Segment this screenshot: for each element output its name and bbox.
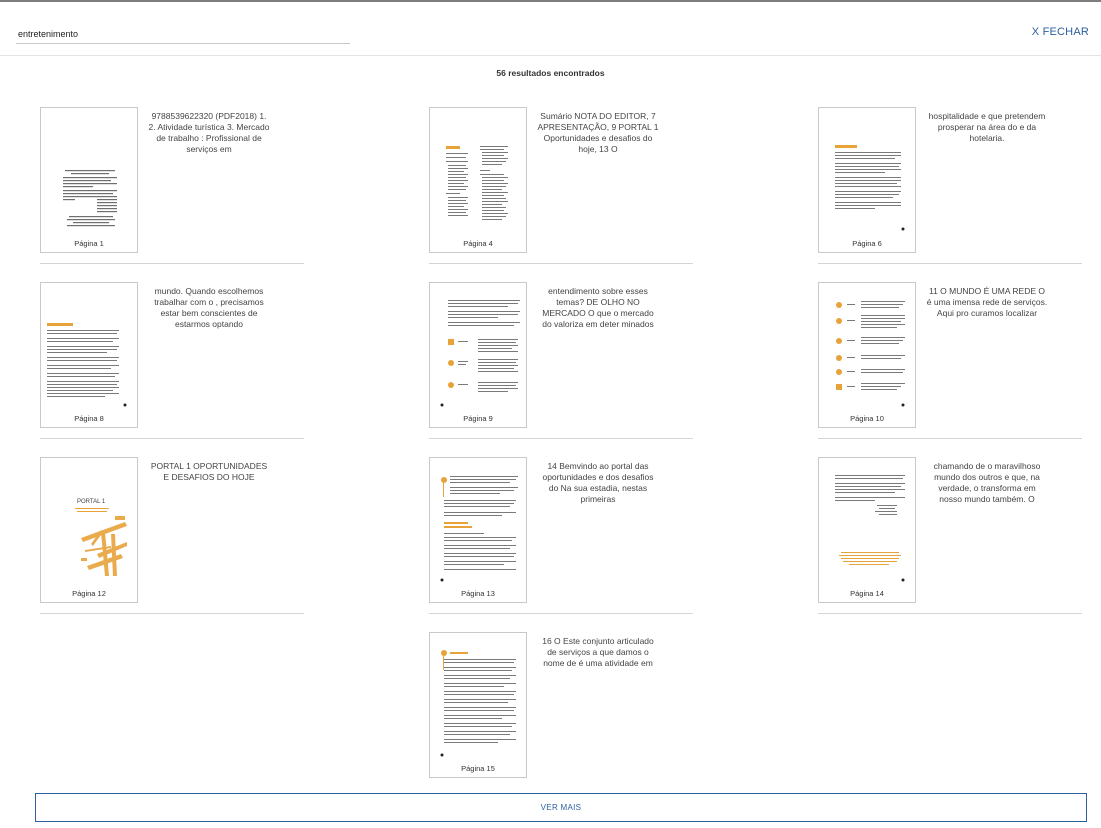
result-card[interactable]: Página 15 16 O Este conjunto articulado … xyxy=(429,632,693,789)
page-thumbnail[interactable]: Página 4 xyxy=(429,107,527,253)
result-snippet: Sumário NOTA DO EDITOR, 7 APRESENTAÇÃO, … xyxy=(537,111,659,154)
page-preview xyxy=(835,475,905,582)
page-label: Página 1 xyxy=(74,239,104,248)
result-card[interactable]: Página 9 entendimento sobre esses temas?… xyxy=(429,282,693,439)
page-preview xyxy=(446,146,508,220)
result-snippet: 9788539622320 (PDF2018) 1. 2. Atividade … xyxy=(148,111,270,154)
page-preview: PORTAL 1 xyxy=(75,499,127,576)
page-label: Página 4 xyxy=(463,239,493,248)
page-thumbnail[interactable]: Página 9 xyxy=(429,282,527,428)
thumb-title: PORTAL 1 xyxy=(77,499,106,505)
page-label: Página 12 xyxy=(72,589,106,598)
result-snippet: entendimento sobre esses temas? DE OLHO … xyxy=(542,286,654,329)
result-snippet: 11 O MUNDO É UMA REDE O é uma imensa red… xyxy=(926,286,1048,318)
result-card[interactable]: Página 1 9788539622320 (PDF2018) 1. 2. A… xyxy=(40,107,304,264)
result-snippet: hospitalidade e que pretendem prosperar … xyxy=(928,111,1046,143)
results-list: Página 1 9788539622320 (PDF2018) 1. 2. A… xyxy=(0,0,1101,828)
result-snippet: 16 O Este conjunto articulado de serviço… xyxy=(542,636,654,668)
page-label: Página 8 xyxy=(74,414,104,423)
result-card[interactable]: Página 6 hospitalidade e que pretendem p… xyxy=(818,107,1082,264)
result-snippet: PORTAL 1 OPORTUNIDADES E DESAFIOS DO HOJ… xyxy=(150,461,268,482)
result-card[interactable]: Página 10 11 O MUNDO É UMA REDE O é uma … xyxy=(818,282,1082,439)
page-label: Página 13 xyxy=(461,589,495,598)
page-thumbnail[interactable]: Página 6 xyxy=(818,107,916,253)
page-thumbnail[interactable]: Página 8 xyxy=(40,282,138,428)
page-thumbnail[interactable]: Página 14 xyxy=(818,457,916,603)
page-thumbnail[interactable]: Página 15 xyxy=(429,632,527,778)
page-label: Página 10 xyxy=(850,414,884,423)
page-label: Página 15 xyxy=(461,764,495,773)
page-preview xyxy=(47,323,127,407)
page-preview xyxy=(440,476,518,582)
page-preview xyxy=(836,301,905,407)
result-card[interactable]: PORTAL 1 Página 12 PORTAL 1 OPORTUNIDADE… xyxy=(40,457,304,614)
page-thumbnail[interactable]: Página 1 xyxy=(40,107,138,253)
result-card[interactable]: Página 14 chamando de o maravilhoso mund… xyxy=(818,457,1082,614)
page-thumbnail[interactable]: Página 13 xyxy=(429,457,527,603)
result-card[interactable]: Página 13 14 Bemvindo ao portal das opor… xyxy=(429,457,693,614)
page-preview xyxy=(835,145,905,231)
result-snippet: chamando de o maravilhoso mundo dos outr… xyxy=(933,461,1041,504)
page-preview xyxy=(440,650,516,757)
page-label: Página 9 xyxy=(463,414,493,423)
result-card[interactable]: Página 4 Sumário NOTA DO EDITOR, 7 APRES… xyxy=(429,107,693,264)
page-label: Página 14 xyxy=(850,589,884,598)
load-more-button[interactable]: VER MAIS xyxy=(35,793,1087,822)
page-label: Página 6 xyxy=(852,239,882,248)
page-thumbnail[interactable]: Página 10 xyxy=(818,282,916,428)
result-card[interactable]: Página 8 mundo. Quando escolhemos trabal… xyxy=(40,282,304,439)
page-preview xyxy=(440,300,520,407)
result-snippet: 14 Bemvindo ao portal das oportunidades … xyxy=(542,461,654,504)
result-snippet: mundo. Quando escolhemos trabalhar com o… xyxy=(154,286,264,329)
page-thumbnail[interactable]: PORTAL 1 Página 12 xyxy=(40,457,138,603)
page-preview xyxy=(63,170,117,227)
